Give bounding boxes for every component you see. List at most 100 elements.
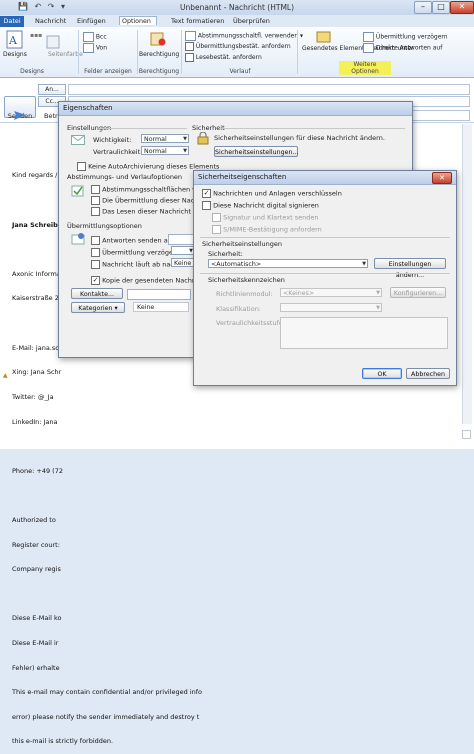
contacts-field[interactable] bbox=[127, 289, 191, 300]
voting-icon bbox=[185, 31, 196, 41]
sensitivity-label: Vertraulichkeit: bbox=[93, 148, 143, 156]
configure-button[interactable]: Konfigurieren... bbox=[390, 287, 446, 298]
tab-message[interactable]: Nachricht bbox=[30, 16, 71, 27]
security-label-group-label: Sicherheitskennzeichen bbox=[208, 276, 285, 284]
security-settings-group-label: Sicherheitseinstellungen bbox=[202, 240, 282, 248]
security-properties-dialog: Sicherheitseigenschaften ✕ ✓ Nachrichten… bbox=[193, 170, 457, 386]
security-setting-select[interactable]: <Automatisch> ▼ bbox=[208, 259, 368, 268]
classification-select[interactable]: ▼ bbox=[280, 303, 382, 312]
expires-label: Nachricht läuft ab nach: bbox=[102, 260, 181, 269]
checkbox-icon bbox=[91, 248, 100, 257]
checkbox-icon bbox=[91, 260, 100, 269]
sensitivity-value: Normal bbox=[144, 148, 167, 155]
from-button[interactable]: Von bbox=[83, 43, 107, 53]
chevron-down-icon: ▼ bbox=[376, 290, 380, 296]
privacy-mark-field[interactable] bbox=[280, 317, 448, 349]
importance-value: Normal bbox=[144, 136, 167, 143]
chevron-down-icon: ▼ bbox=[376, 305, 380, 311]
from-icon bbox=[83, 43, 94, 53]
vertical-scrollbar[interactable] bbox=[462, 124, 472, 424]
dialog-close-icon[interactable]: ✕ bbox=[432, 172, 452, 184]
properties-title-text: Eigenschaften bbox=[63, 104, 113, 112]
scroll-down-button[interactable] bbox=[462, 430, 471, 439]
tab-insert[interactable]: Einfügen bbox=[72, 16, 111, 27]
policy-module-value: <Keines> bbox=[283, 290, 315, 297]
body-line: Diese E-Mail ko bbox=[12, 614, 62, 623]
security-settings-button[interactable]: Sicherheitseinstellungen... bbox=[214, 146, 299, 157]
minimize-button[interactable]: – bbox=[414, 1, 432, 14]
tab-options[interactable]: Optionen bbox=[119, 16, 157, 25]
to-button[interactable]: An... bbox=[38, 84, 66, 95]
delivery-group-label: Übermittlungsoptionen bbox=[67, 222, 142, 230]
maximize-button[interactable]: □ bbox=[432, 1, 450, 14]
expires-checkbox[interactable]: Nachricht läuft ab nach: bbox=[91, 260, 180, 269]
body-line: this e-mail is strictly forbidden. bbox=[12, 737, 114, 746]
cleartext-label: Signatur und Klartext senden bbox=[223, 213, 319, 222]
sign-checkbox[interactable]: Diese Nachricht digital signieren bbox=[202, 201, 319, 210]
cleartext-checkbox[interactable]: Signatur und Klartext senden bbox=[212, 213, 318, 222]
delivery-icon bbox=[71, 232, 85, 248]
sensitivity-select[interactable]: Normal ▼ bbox=[141, 146, 189, 155]
smime-checkbox[interactable]: S/MIME-Bestätigung anfordern bbox=[212, 225, 322, 234]
designs-icon: A bbox=[4, 30, 28, 50]
encrypt-checkbox[interactable]: ✓ Nachrichten und Anlagen verschlüsseln bbox=[202, 189, 342, 198]
tracking-group-label: Verlauf bbox=[229, 68, 251, 75]
save-sent-icon bbox=[316, 30, 332, 46]
fields-group-label: Felder anzeigen bbox=[84, 68, 132, 75]
contacts-button[interactable]: Kontakte... bbox=[71, 288, 123, 299]
expires-select[interactable]: Keine bbox=[171, 258, 195, 267]
voting-group-label: Abstimmungs- und Verlaufoptionen bbox=[67, 173, 183, 181]
permission-button[interactable]: Berechtigung bbox=[139, 51, 179, 58]
tab-file[interactable]: Datei bbox=[0, 16, 24, 27]
group-line bbox=[99, 128, 187, 129]
delay-date-select[interactable]: ▼ bbox=[171, 246, 195, 255]
importance-select[interactable]: Normal ▼ bbox=[141, 134, 189, 143]
delivery-receipt-label: Übermittlungsbestät. anfordern bbox=[195, 43, 291, 50]
send-button[interactable]: Senden bbox=[4, 96, 36, 120]
permission-icon bbox=[148, 31, 168, 49]
body-line: Phone: +49 (72 bbox=[12, 466, 63, 475]
importance-label: Wichtigkeit: bbox=[93, 136, 132, 144]
close-button[interactable]: ✕ bbox=[450, 1, 474, 14]
delay-delivery-button[interactable]: Übermittlung verzögern bbox=[363, 32, 448, 42]
policy-module-select[interactable]: <Keines> ▼ bbox=[280, 288, 382, 297]
voting-buttons[interactable]: Abstimmungsschaltfl. verwenden ▾ bbox=[185, 31, 303, 41]
cancel-button[interactable]: Abbrechen bbox=[406, 368, 450, 379]
replies-to-checkbox[interactable]: Antworten senden an: bbox=[91, 236, 174, 245]
body-line: Diese E-Mail ir bbox=[12, 638, 59, 647]
smime-label: S/MIME-Bestätigung anfordern bbox=[223, 225, 322, 234]
replies-to-field[interactable] bbox=[168, 234, 196, 245]
from-label: Von bbox=[95, 44, 108, 52]
direct-replies-label: Direkte Antworten auf bbox=[375, 44, 443, 52]
designs-button[interactable]: Designs bbox=[3, 51, 27, 58]
bcc-button[interactable]: Bcc bbox=[83, 32, 107, 42]
color-swatches-icon[interactable]: ▪▪▪ bbox=[30, 32, 42, 39]
tab-format-text[interactable]: Text formatieren bbox=[166, 16, 229, 27]
designs-group-label: Designs bbox=[20, 68, 44, 75]
separator-line bbox=[200, 273, 450, 274]
group-line bbox=[219, 128, 405, 129]
privacy-mark-label: Vertraulichkeitsstufe: bbox=[216, 319, 286, 327]
read-receipt-checkbox[interactable]: Lesebestät. anfordern bbox=[185, 53, 262, 62]
ribbon-tabs: Datei Nachricht Einfügen Optionen Text f… bbox=[0, 15, 474, 27]
tab-review[interactable]: Überprüfen bbox=[228, 16, 275, 27]
clock-icon bbox=[363, 32, 374, 42]
info-bar-icon: ▲ bbox=[3, 372, 8, 379]
ok-button[interactable]: OK bbox=[362, 368, 402, 379]
body-line bbox=[12, 442, 202, 450]
title-bar: 💾 ↶ ↷ ▾ Unbenannt - Nachricht (HTML) – □… bbox=[0, 0, 474, 16]
delay-delivery-label: Übermittlung verzögern bbox=[375, 33, 448, 41]
delivery-receipt-checkbox[interactable]: Übermittlungsbestät. anfordern bbox=[185, 42, 291, 51]
direct-replies-button[interactable]: Direkte Antworten auf bbox=[363, 43, 442, 53]
checkbox-icon bbox=[202, 201, 211, 210]
change-settings-button[interactable]: Einstellungen ändern... bbox=[374, 258, 446, 279]
body-line bbox=[12, 590, 202, 598]
more-options-group-label[interactable]: Weitere Optionen bbox=[339, 61, 391, 75]
envelope-icon bbox=[71, 134, 85, 148]
checkbox-icon bbox=[212, 213, 221, 222]
encrypt-label: Nachrichten und Anlagen verschlüsseln bbox=[213, 189, 342, 198]
body-line: Register court: bbox=[12, 540, 60, 549]
checkbox-icon bbox=[185, 42, 194, 51]
categories-button[interactable]: Kategorien ▾ bbox=[71, 302, 125, 313]
to-field[interactable] bbox=[68, 84, 470, 95]
